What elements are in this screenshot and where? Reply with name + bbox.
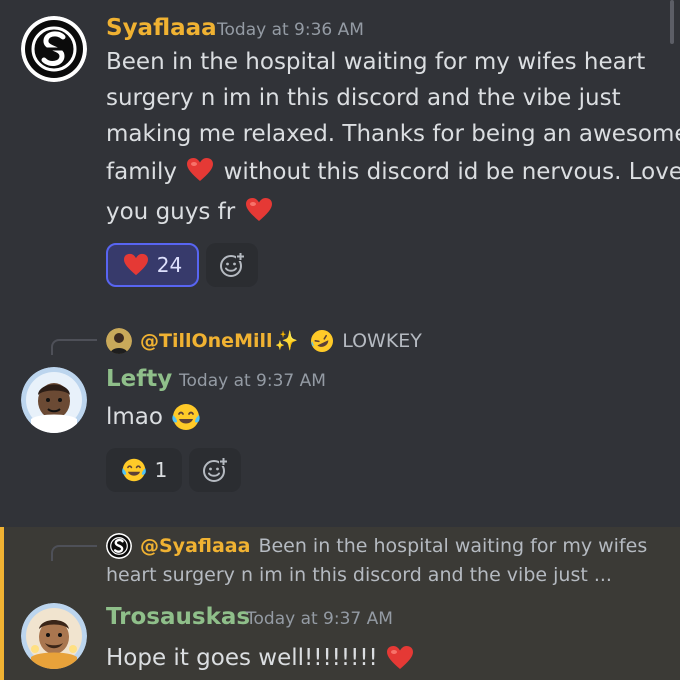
avatar-lefty[interactable]: [21, 367, 87, 433]
reaction-count: 24: [156, 253, 183, 277]
joy-emoji-icon: [172, 404, 200, 430]
reaction-count: 1: [154, 458, 168, 482]
mention-highlight-bar: [0, 527, 4, 680]
reply-mention[interactable]: @Syaflaaa: [140, 534, 250, 558]
message-content: lmao: [106, 399, 671, 435]
heart-emoji-icon: [123, 253, 148, 276]
avatar-syaflaaa[interactable]: [21, 16, 87, 82]
scrollbar[interactable]: [670, 0, 674, 44]
chat-area: Syaflaaa Today at 9:36 AM Been in the ho…: [0, 0, 680, 680]
message-content: Been in the hospital waiting for my wife…: [106, 44, 680, 230]
reply-reference[interactable]: @Syaflaaa Been in the hospital waiting f…: [106, 533, 647, 559]
sparkles-emoji: ✨: [274, 330, 299, 352]
message-line: you guys fr: [106, 194, 671, 230]
message-content: Hope it goes well!!!!!!!!: [106, 640, 671, 676]
message-line: surgery n im in this discord and the vib…: [106, 85, 621, 111]
author-name[interactable]: Trosauskas: [106, 603, 250, 631]
reply-preview: Been in the hospital waiting for my wife…: [258, 535, 648, 557]
joy-emoji-icon: [121, 458, 146, 482]
syaflaaa-logo-icon: [106, 533, 132, 559]
message-timestamp: Today at 9:37 AM: [246, 609, 393, 629]
message-line: making me relaxed. Thanks for being an a…: [106, 121, 680, 147]
heart-emoji-icon: [245, 198, 272, 221]
reply-preview: heart surgery n im in this discord and t…: [106, 564, 612, 586]
author-name[interactable]: Lefty: [106, 365, 172, 393]
message-fragment: you guys fr: [106, 199, 236, 225]
user-avatar-icon: [106, 328, 132, 354]
reaction-joy[interactable]: 1: [106, 448, 182, 492]
reaction-heart[interactable]: 24: [106, 243, 199, 287]
add-reaction-button[interactable]: [206, 243, 258, 287]
heart-emoji-icon: [386, 646, 413, 669]
avatar-tillonemill-small: [106, 328, 132, 354]
message-timestamp: Today at 9:37 AM: [179, 371, 326, 391]
add-reaction-icon: [220, 252, 245, 277]
reply-connector: [51, 545, 97, 561]
avatar-trosauskas[interactable]: [21, 603, 87, 669]
message-line: family without this discord id be nervou…: [106, 154, 680, 190]
message-line: Been in the hospital waiting for my wife…: [106, 49, 646, 75]
trosauskas-avatar-icon: [21, 603, 87, 669]
heart-emoji-icon: [187, 158, 214, 181]
reply-connector: [51, 339, 97, 355]
syaflaaa-logo-icon: [21, 16, 87, 82]
rofl-emoji-icon: [311, 330, 334, 352]
add-reaction-icon: [203, 457, 228, 482]
message-timestamp: Today at 9:36 AM: [217, 20, 364, 40]
reply-preview: LOWKEY: [342, 330, 422, 352]
message-line: Hope it goes well!!!!!!!!: [106, 645, 378, 671]
author-name[interactable]: Syaflaaa: [106, 14, 217, 42]
lefty-avatar-icon: [21, 367, 87, 433]
avatar-syaflaaa-small: [106, 533, 132, 559]
message-line: lmao: [106, 404, 163, 430]
reply-mention[interactable]: @TillOneMill: [140, 329, 273, 353]
message-fragment: family: [106, 159, 177, 185]
message-fragment: without this discord id be nervous. Love: [223, 159, 680, 185]
reply-reference[interactable]: @TillOneMill ✨ LOWKEY: [106, 328, 422, 354]
add-reaction-button[interactable]: [189, 448, 241, 492]
